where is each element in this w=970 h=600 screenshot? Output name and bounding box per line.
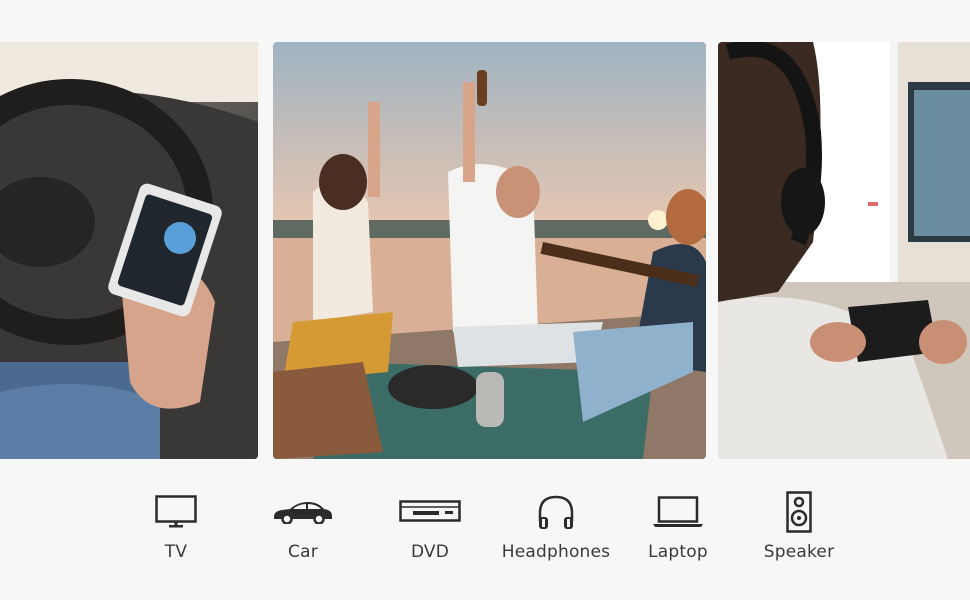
device-label: TV bbox=[164, 542, 188, 562]
device-laptop: Laptop bbox=[613, 488, 743, 562]
device-headphones: Headphones bbox=[491, 488, 621, 562]
speaker-icon bbox=[734, 488, 864, 536]
device-speaker: Speaker bbox=[734, 488, 864, 562]
device-car: Car bbox=[238, 488, 368, 562]
dvd-player-icon bbox=[365, 488, 495, 536]
device-label: Car bbox=[288, 542, 318, 562]
device-dvd: DVD bbox=[365, 488, 495, 562]
headphones-icon bbox=[491, 488, 621, 536]
device-label: Headphones bbox=[501, 542, 611, 562]
beach-party-photo bbox=[273, 42, 706, 459]
device-label: DVD bbox=[410, 542, 450, 562]
tv-icon bbox=[111, 488, 241, 536]
device-label: Speaker bbox=[763, 542, 835, 562]
device-tv: TV bbox=[111, 488, 241, 562]
device-list: TV Car DVD Headphones Laptop Speaker bbox=[0, 488, 970, 578]
car-phone-photo bbox=[0, 42, 258, 459]
car-icon bbox=[238, 488, 368, 536]
laptop-icon bbox=[613, 488, 743, 536]
device-label: Laptop bbox=[648, 542, 708, 562]
gaming-headphones-photo bbox=[718, 42, 970, 459]
